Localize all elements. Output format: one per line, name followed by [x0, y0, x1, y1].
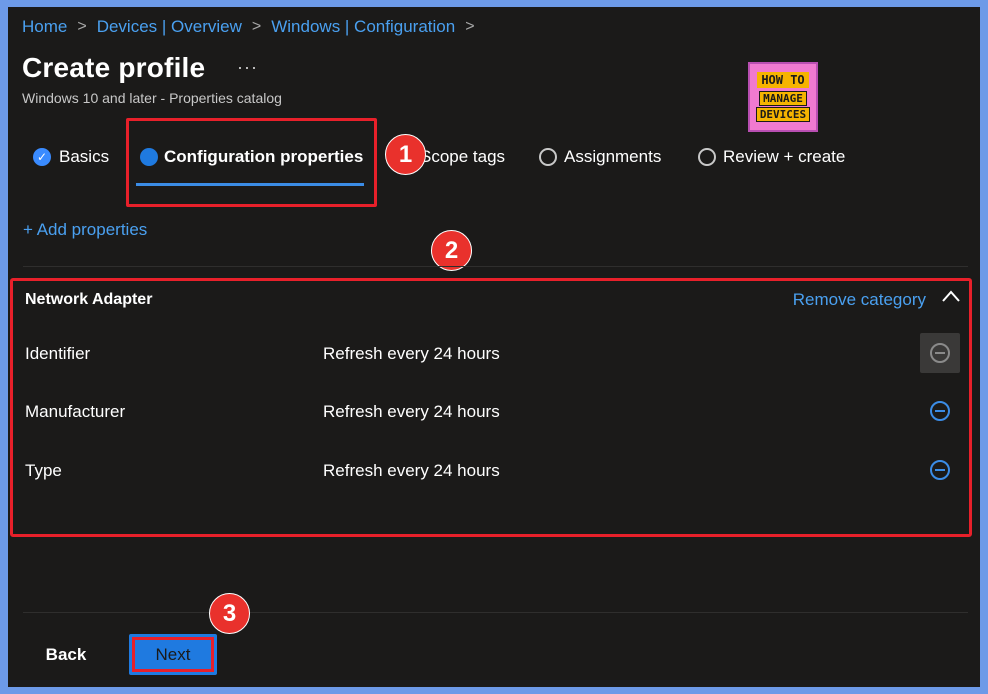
back-button[interactable]: Back — [30, 638, 102, 672]
breadcrumb-windows-configuration[interactable]: Windows | Configuration — [271, 17, 455, 37]
remove-property-button[interactable] — [920, 391, 960, 431]
remove-property-button[interactable] — [920, 450, 960, 490]
minus-circle-icon — [930, 401, 950, 421]
minus-circle-icon — [930, 460, 950, 480]
breadcrumb-separator: > — [77, 18, 87, 35]
property-value: Refresh every 24 hours — [323, 344, 500, 363]
tab-label: Scope tags — [420, 147, 506, 166]
minus-circle-icon — [930, 343, 950, 363]
remove-category-link[interactable]: Remove category — [793, 290, 926, 310]
how-to-manage-devices-logo: HOW TO MANAGE DEVICES — [748, 62, 818, 132]
tab-label: Review + create — [723, 147, 846, 166]
property-name: Identifier — [25, 344, 91, 363]
more-options-icon[interactable]: ··· — [237, 57, 258, 78]
breadcrumb-devices-overview[interactable]: Devices | Overview — [97, 17, 242, 37]
property-name: Manufacturer — [25, 402, 126, 421]
annotation-highlight-tab — [126, 118, 377, 207]
breadcrumb: Home > Devices | Overview > Windows | Co… — [22, 17, 485, 37]
page-subtitle: Windows 10 and later - Properties catalo… — [22, 90, 282, 106]
next-button[interactable]: Next — [132, 637, 214, 672]
property-row: Identifier Refresh every 24 hours — [25, 333, 960, 384]
property-value: Refresh every 24 hours — [323, 402, 500, 421]
divider — [23, 266, 968, 267]
checkmark-circle-icon: ✓ — [33, 148, 51, 166]
tab-review-create[interactable]: Review + create — [698, 142, 845, 172]
add-properties-link[interactable]: + Add properties — [23, 220, 147, 240]
property-name: Type — [25, 461, 62, 480]
annotation-badge-3: 3 — [209, 593, 250, 634]
logo-line-3: DEVICES — [755, 107, 811, 122]
tab-assignments[interactable]: Assignments — [539, 142, 661, 172]
page-title: Create profile — [22, 52, 206, 83]
tab-scope-tags[interactable]: Scope tags — [420, 142, 505, 172]
network-adapter-category: Network Adapter Remove category Identifi… — [10, 278, 972, 537]
next-button-wrapper: Next — [129, 634, 217, 675]
property-row: Type Refresh every 24 hours — [25, 460, 960, 501]
remove-property-button[interactable] — [920, 333, 960, 373]
category-title: Network Adapter — [25, 291, 153, 308]
logo-line-1: HOW TO — [757, 72, 809, 88]
tab-label: Assignments — [564, 147, 662, 166]
tab-basics[interactable]: ✓ Basics — [33, 142, 109, 172]
breadcrumb-home[interactable]: Home — [22, 17, 67, 37]
annotation-badge-1: 1 — [385, 134, 426, 175]
tab-label: Basics — [59, 147, 110, 166]
property-row: Manufacturer Refresh every 24 hours — [25, 401, 960, 442]
logo-line-2: MANAGE — [759, 91, 807, 106]
property-value: Refresh every 24 hours — [323, 461, 500, 480]
empty-circle-icon — [539, 148, 557, 166]
breadcrumb-separator: > — [465, 18, 475, 35]
empty-circle-icon — [698, 148, 716, 166]
chevron-up-icon[interactable] — [941, 287, 961, 307]
portal-frame: Home > Devices | Overview > Windows | Co… — [8, 7, 980, 687]
breadcrumb-separator: > — [251, 18, 262, 35]
divider — [23, 612, 968, 613]
annotation-badge-2: 2 — [431, 230, 472, 271]
